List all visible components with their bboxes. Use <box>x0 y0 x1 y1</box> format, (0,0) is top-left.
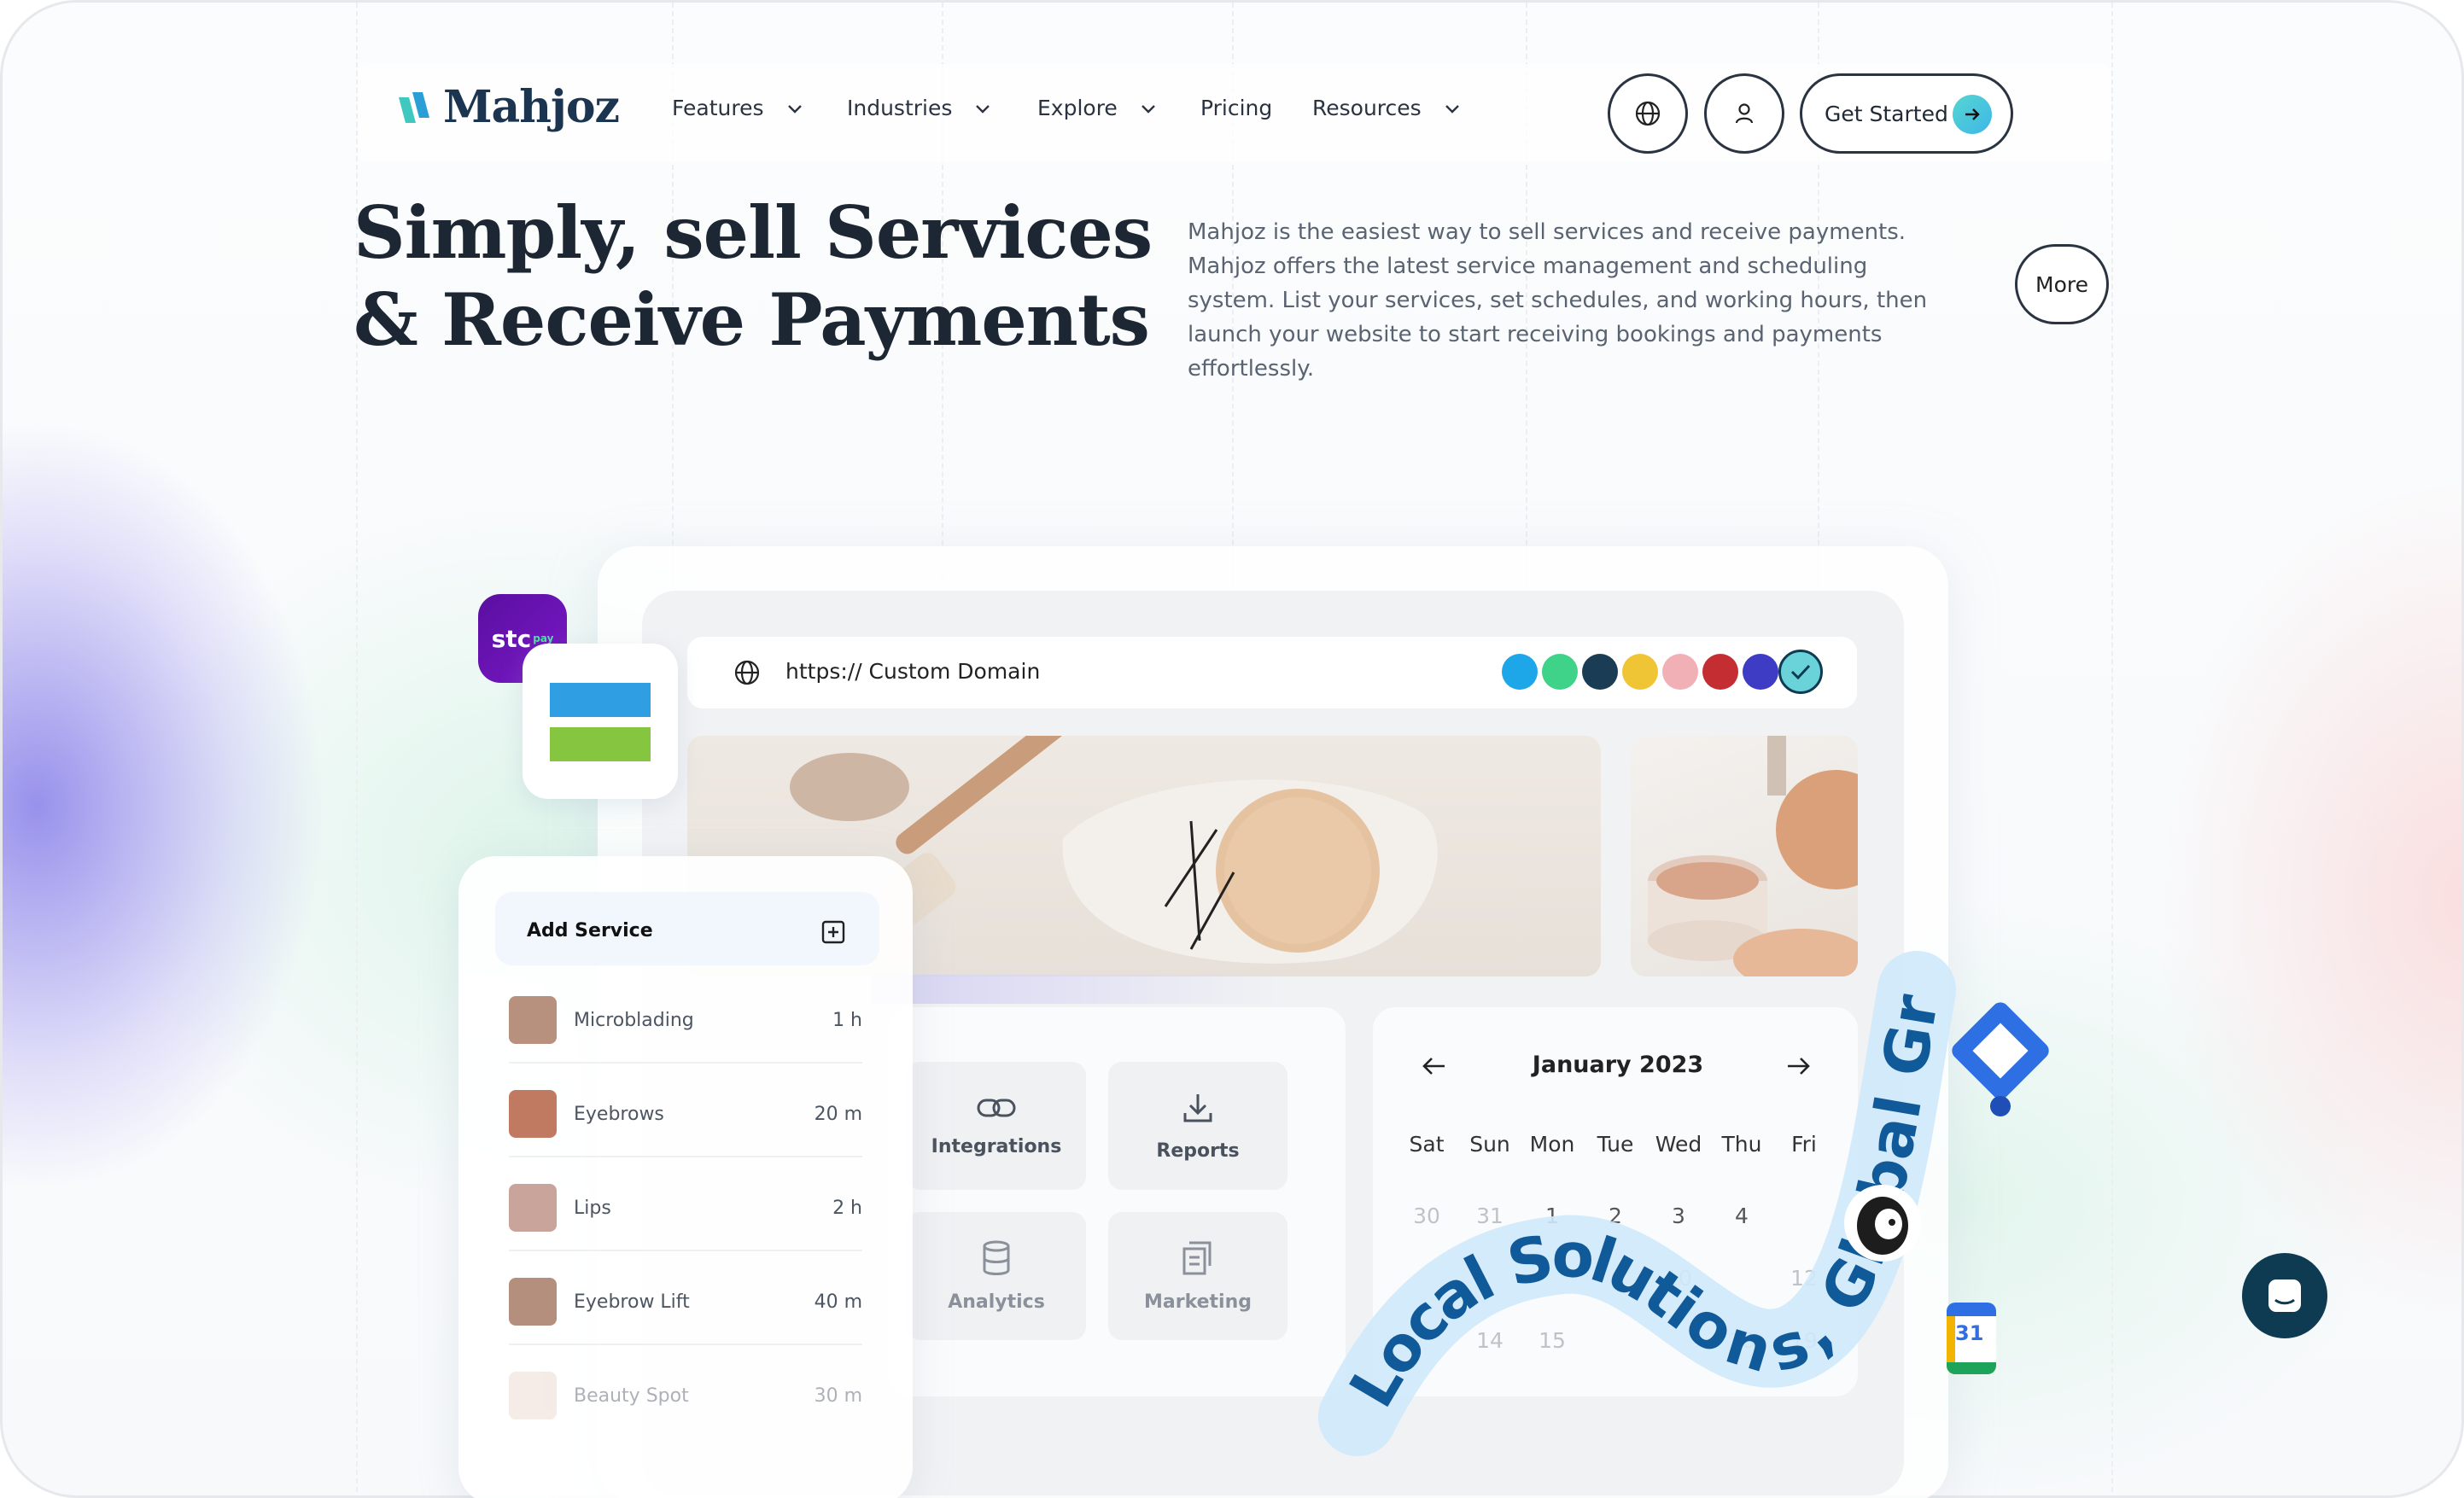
domain-text: https:// Custom Domain <box>785 659 1041 684</box>
divider <box>509 1250 862 1251</box>
service-name: Lips <box>574 1197 611 1219</box>
payment-flag-icon <box>523 644 678 799</box>
arrow-right-icon <box>1953 95 1992 134</box>
service-duration: 40 m <box>814 1291 862 1313</box>
service-thumbnail <box>509 1278 557 1326</box>
service-duration: 30 m <box>814 1384 862 1407</box>
chevron-down-icon <box>976 104 990 114</box>
get-started-label: Get Started <box>1825 101 1948 126</box>
service-name: Beauty Spot <box>574 1384 689 1407</box>
chat-icon <box>2268 1279 2301 1312</box>
link-icon <box>977 1099 1016 1116</box>
account-button[interactable] <box>1704 73 1784 154</box>
divider <box>509 1156 862 1157</box>
mailchimp-icon <box>1844 1185 1921 1262</box>
service-thumbnail <box>509 996 557 1044</box>
service-duration: 20 m <box>814 1103 862 1125</box>
color-swatch[interactable] <box>1582 654 1618 690</box>
user-icon <box>1735 103 1754 124</box>
hero-description: Mahjoz is the easiest way to sell servic… <box>1188 219 1928 382</box>
service-duration: 1 h <box>832 1009 862 1031</box>
service-duration: 2 h <box>832 1197 862 1219</box>
tile-integrations[interactable]: Integrations <box>907 1062 1086 1190</box>
tile-label: Analytics <box>948 1291 1045 1313</box>
document-icon <box>1182 1241 1212 1274</box>
service-name: Eyebrows <box>574 1103 664 1125</box>
chat-button[interactable] <box>2242 1253 2327 1338</box>
add-service-title: Add Service <box>527 920 653 941</box>
database-icon <box>983 1240 1010 1275</box>
logo-mark-icon <box>399 91 429 123</box>
nav-label: Features <box>672 96 764 120</box>
globe-icon <box>1635 101 1661 126</box>
tile-marketing[interactable]: Marketing <box>1108 1212 1287 1340</box>
service-item[interactable]: Beauty Spot 30 m <box>509 1369 862 1422</box>
stc-sub: pay <box>533 632 554 644</box>
service-name: Eyebrow Lift <box>574 1291 690 1313</box>
service-item[interactable]: Eyebrow Lift 40 m <box>509 1275 862 1328</box>
check-icon <box>1790 664 1811 680</box>
brand-name: Mahjoz <box>443 81 620 133</box>
nav-label: Explore <box>1037 96 1118 120</box>
color-swatch[interactable] <box>1502 654 1538 690</box>
chevron-down-icon <box>1445 104 1459 114</box>
tag-manager-icon <box>1952 1002 2049 1116</box>
more-button[interactable]: More <box>2015 244 2109 324</box>
service-thumbnail <box>509 1184 557 1232</box>
nav-label: Pricing <box>1200 96 1273 120</box>
nav-resources[interactable]: Resources <box>1312 96 1461 120</box>
service-item[interactable]: Microblading 1 h <box>509 994 862 1046</box>
chevron-down-icon <box>1141 104 1155 114</box>
color-swatch[interactable] <box>1542 654 1578 690</box>
service-item[interactable]: Eyebrows 20 m <box>509 1087 862 1140</box>
chevron-down-icon <box>787 104 802 114</box>
nav-pricing[interactable]: Pricing <box>1200 96 1272 120</box>
language-button[interactable] <box>1608 73 1688 154</box>
tile-reports[interactable]: Reports <box>1108 1062 1287 1190</box>
color-swatch[interactable] <box>1702 654 1738 690</box>
divider <box>509 1344 862 1345</box>
tile-label: Reports <box>1156 1140 1240 1162</box>
color-swatch[interactable] <box>1622 654 1658 690</box>
nav-features[interactable]: Features <box>672 96 803 120</box>
service-thumbnail <box>509 1372 557 1419</box>
service-thumbnail <box>509 1090 557 1138</box>
headline-line: Simply, sell Services <box>353 190 1153 275</box>
tile-label: Marketing <box>1143 1291 1252 1313</box>
headline-line: & Receive Payments <box>353 277 1150 362</box>
service-name: Microblading <box>574 1009 694 1031</box>
add-square-icon[interactable] <box>821 920 845 944</box>
tile-analytics[interactable]: Analytics <box>907 1212 1086 1340</box>
globe-icon <box>734 660 760 685</box>
guide-line <box>2111 3 2113 1495</box>
tile-label: Integrations <box>931 1135 1062 1157</box>
nav-industries[interactable]: Industries <box>847 96 991 120</box>
nav-label: Industries <box>847 96 953 120</box>
color-swatch[interactable] <box>1662 654 1698 690</box>
nav-label: Resources <box>1312 96 1422 120</box>
hero-headline: Simply, sell Services & Receive Payments <box>353 189 1153 364</box>
gradient-strip <box>871 975 1281 1004</box>
color-swatch[interactable] <box>1743 654 1778 690</box>
stc-label: stc <box>491 624 532 653</box>
download-icon <box>1183 1093 1212 1122</box>
color-swatch[interactable] <box>1778 650 1823 694</box>
brand-logo[interactable]: Mahjoz <box>397 81 620 133</box>
divider <box>509 1062 862 1064</box>
service-item[interactable]: Lips 2 h <box>509 1181 862 1234</box>
google-calendar-icon: 31 <box>1947 1303 1996 1374</box>
nav-explore[interactable]: Explore <box>1037 96 1157 120</box>
get-started-button[interactable]: Get Started <box>1800 73 2013 154</box>
